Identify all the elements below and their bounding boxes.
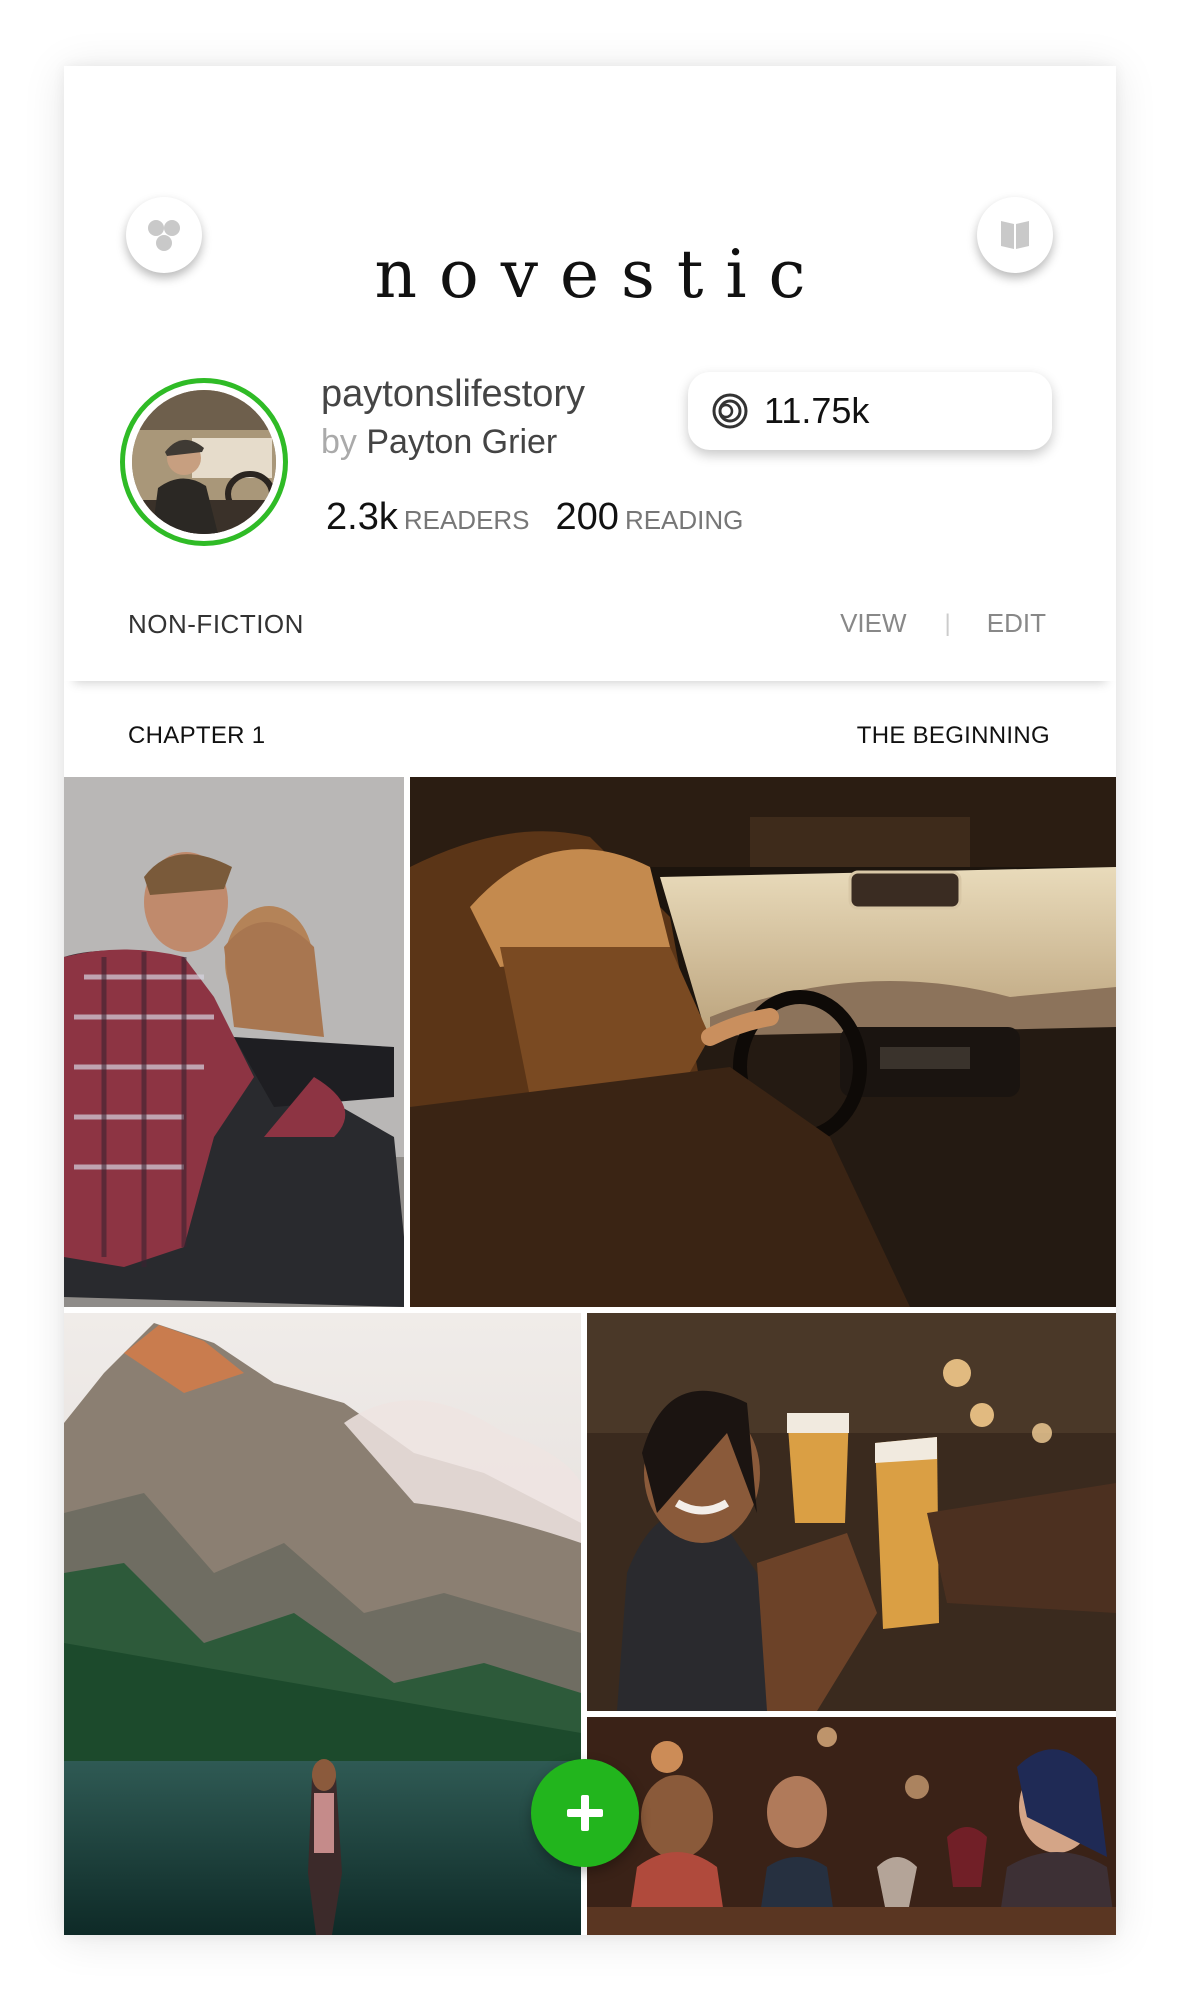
- author-name: Payton Grier: [366, 423, 558, 461]
- gallery-photo-driving[interactable]: [410, 777, 1116, 1307]
- reading-label: READING: [624, 505, 744, 535]
- gallery-photo-mountain[interactable]: [64, 1313, 581, 1935]
- chapter-title: THE BEGINNING: [856, 722, 1050, 749]
- add-button[interactable]: [531, 1759, 639, 1867]
- story-card: novestic paytonslifestory by Payton Grie…: [64, 66, 1116, 1935]
- readers-label: READERS: [403, 505, 530, 535]
- by-prefix: by: [321, 423, 357, 461]
- coin-value: 11.75k: [764, 390, 870, 431]
- chapter-number: CHAPTER 1: [128, 722, 266, 749]
- coin-rings-icon: [712, 393, 748, 429]
- gallery-photo-dinner[interactable]: [587, 1717, 1116, 1935]
- book-icon: [1001, 221, 1029, 249]
- edit-button[interactable]: EDIT: [987, 608, 1046, 639]
- gallery-photo-toast[interactable]: [587, 1313, 1116, 1711]
- app-logo: novestic: [374, 236, 828, 313]
- genre-label: NON-FICTION: [128, 609, 304, 639]
- avatar[interactable]: [120, 378, 288, 546]
- gallery-photo-couple[interactable]: [64, 777, 404, 1307]
- username[interactable]: paytonslifestory: [321, 373, 585, 416]
- library-button[interactable]: [977, 197, 1053, 273]
- coin-balance-pill[interactable]: 11.75k: [688, 372, 1052, 450]
- view-button[interactable]: VIEW: [840, 608, 906, 639]
- reading-count: 200: [555, 496, 619, 538]
- story-actions: VIEW | EDIT: [840, 608, 1046, 639]
- author-byline: by Payton Grier: [321, 423, 557, 462]
- action-separator: |: [944, 609, 951, 637]
- plus-icon: [567, 1795, 603, 1831]
- avatar-photo: [132, 390, 276, 534]
- profile-header: novestic paytonslifestory by Payton Grie…: [64, 66, 1116, 681]
- chapter-bar: CHAPTER 1 THE BEGINNING: [64, 681, 1116, 777]
- readers-count: 2.3k: [326, 496, 398, 538]
- reader-stats: 2.3k READERS 200 READING: [326, 496, 743, 539]
